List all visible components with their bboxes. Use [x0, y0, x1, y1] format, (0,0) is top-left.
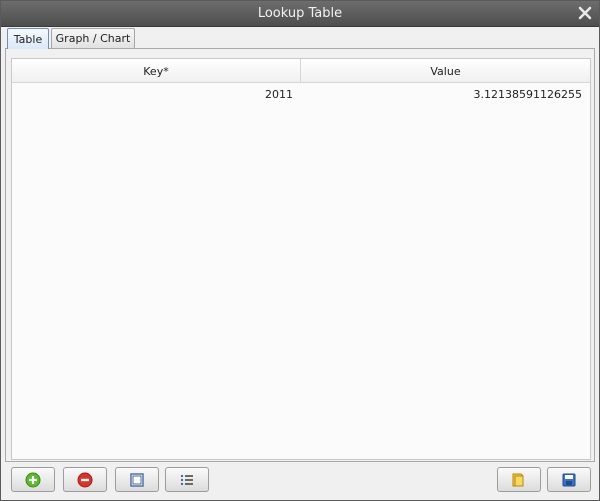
- tab-content-panel: Key* Value 2011 3.12138591126255: [5, 48, 595, 462]
- title-bar[interactable]: Lookup Table: [1, 1, 599, 27]
- list-button[interactable]: [165, 467, 209, 492]
- cell-value[interactable]: 3.12138591126255: [301, 88, 590, 101]
- save-button[interactable]: [547, 467, 591, 492]
- close-icon[interactable]: [577, 5, 593, 21]
- open-folder-button[interactable]: [497, 467, 541, 492]
- window-icon: [129, 472, 145, 488]
- column-header-key[interactable]: Key*: [12, 59, 301, 83]
- tab-table-label: Table: [13, 32, 43, 46]
- tab-strip: Table Graph / Chart: [5, 28, 595, 49]
- window-title: Lookup Table: [257, 6, 343, 21]
- table-row[interactable]: 2011 3.12138591126255: [12, 83, 590, 105]
- table-header: Key* Value: [12, 59, 590, 83]
- lookup-table[interactable]: Key* Value 2011 3.12138591126255: [11, 58, 591, 460]
- tab-graph-chart[interactable]: Graph / Chart: [51, 28, 135, 48]
- folder-icon: [511, 472, 527, 488]
- add-row-button[interactable]: [11, 467, 55, 492]
- save-icon: [561, 472, 577, 488]
- table-body: 2011 3.12138591126255: [12, 83, 590, 105]
- remove-icon: [77, 472, 93, 488]
- tab-table[interactable]: Table: [7, 28, 49, 49]
- tab-graph-chart-label: Graph / Chart: [55, 32, 131, 45]
- column-header-value[interactable]: Value: [301, 59, 590, 83]
- bottom-toolbar: [1, 463, 599, 500]
- window-button[interactable]: [115, 467, 159, 492]
- list-icon: [179, 472, 195, 488]
- remove-row-button[interactable]: [63, 467, 107, 492]
- lookup-table-window: Lookup Table Table Graph / Chart Key* Va…: [0, 0, 600, 501]
- add-icon: [25, 472, 41, 488]
- cell-key[interactable]: 2011: [12, 88, 301, 101]
